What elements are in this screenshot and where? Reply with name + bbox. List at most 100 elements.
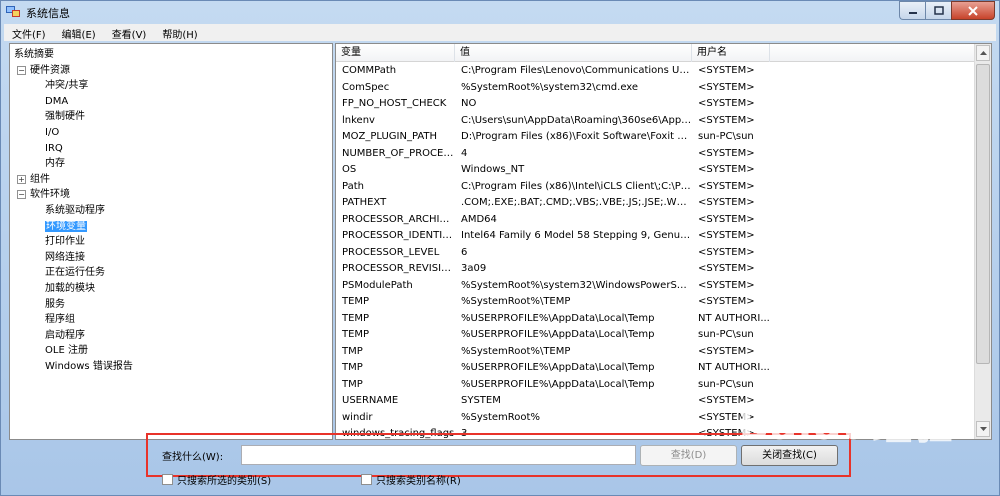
tree-item[interactable]: − 硬件资源 (17, 63, 70, 78)
table-row[interactable]: FP_NO_HOST_CHECK NO <SYSTEM> (336, 96, 976, 113)
details-list[interactable]: 变量 值 用户名 COMMPath C:\Program Files\Lenovo… (335, 43, 992, 440)
menu-edit[interactable]: 编辑(E) (54, 24, 104, 41)
tree-item-label: 启动程序 (45, 329, 85, 341)
table-row[interactable]: ComSpec %SystemRoot%\system32\cmd.exe <SYS… (336, 80, 976, 97)
tree-item[interactable]: OLE 注册 (45, 343, 88, 358)
tree-item-label: 软件环境 (30, 189, 70, 201)
tree-item[interactable]: 正在运行任务 (45, 265, 105, 280)
table-row[interactable]: PATHEXT .COM;.EXE;.BAT;.CMD;.VBS;.VBE;.JS… (336, 195, 976, 212)
user-cell: <SYSTEM> (698, 230, 755, 241)
scroll-down-button[interactable] (976, 421, 990, 437)
expand-icon[interactable]: + (17, 174, 26, 184)
find-what-input[interactable] (241, 445, 636, 465)
table-row[interactable]: TEMP %USERPROFILE%\AppData\Local\Temp NT A… (336, 311, 976, 328)
variable-cell: PSModulePath (342, 279, 413, 291)
tree-item[interactable]: 系统摘要 (14, 47, 54, 62)
table-row[interactable]: TMP %USERPROFILE%\AppData\Local\Temp NT AU… (336, 360, 976, 377)
variable-cell: FP_NO_HOST_CHECK (342, 98, 447, 109)
value-cell: 3a09 (461, 263, 487, 274)
table-row[interactable]: lnkenv C:\Users\sun\AppData\Roaming\360se… (336, 113, 976, 130)
user-cell: sun-PC\sun (698, 329, 754, 340)
variable-cell: TMP (342, 362, 363, 373)
tree-item[interactable]: 程序组 (45, 312, 75, 327)
scroll-up-button[interactable] (976, 45, 990, 61)
tree-item[interactable]: 加载的模块 (45, 281, 95, 296)
column-header-value[interactable]: 值 (455, 44, 692, 62)
menu-view[interactable]: 查看(V) (104, 24, 155, 41)
tree-item[interactable]: 启动程序 (45, 328, 85, 343)
table-row[interactable]: TEMP %SystemRoot%\TEMP <SYSTEM> (336, 294, 976, 311)
tree-item[interactable]: 系统驱动程序 (45, 203, 105, 218)
tree-item[interactable]: Windows 错误报告 (45, 359, 133, 374)
table-row[interactable]: NUMBER_OF_PROCES... 4 <SYSTEM> (336, 146, 976, 163)
collapse-icon[interactable]: − (17, 190, 26, 200)
table-row[interactable]: Path C:\Program Files (x86)\Intel\iCLS Cl… (336, 179, 976, 196)
variable-cell: windir (342, 411, 373, 423)
tree-item[interactable]: 内存 (45, 156, 65, 171)
table-row[interactable]: MOZ_PLUGIN_PATH D:\Program Files (x86)\Fo… (336, 129, 976, 146)
menu-help[interactable]: 帮助(H) (154, 24, 205, 41)
table-row[interactable]: PROCESSOR_REVISION 3a09 <SYSTEM> (336, 261, 976, 278)
search-names-label: 只搜索类别名称(R) (376, 476, 461, 487)
value-cell: %SystemRoot%\TEMP (461, 345, 571, 357)
tree-item[interactable]: 强制硬件 (45, 109, 85, 124)
tree-item[interactable]: 打印作业 (45, 234, 85, 249)
table-row[interactable]: OS Windows_NT <SYSTEM> (336, 162, 976, 179)
tree-item[interactable]: + 组件 (17, 172, 50, 187)
tree-item[interactable]: IRQ (45, 141, 63, 156)
category-tree[interactable]: 系统摘要 − 硬件资源 冲突/共享 DMA 强制硬件 I/O IRQ 内存 + 组件 − 软件环境 系统驱… (9, 43, 333, 440)
table-row[interactable]: PROCESSOR_IDENTIFI... Intel64 Family 6 Mo… (336, 228, 976, 245)
tree-item[interactable]: 环境变量 (45, 219, 87, 234)
variable-cell: TEMP (342, 312, 370, 324)
value-cell: %USERPROFILE%\AppData\Local\Temp (461, 362, 655, 373)
tree-item[interactable]: I/O (45, 125, 59, 140)
tree-item[interactable]: 冲突/共享 (45, 78, 88, 93)
search-selected-category-option[interactable]: 只搜索所选的类别(S) (162, 472, 271, 487)
variable-cell: NUMBER_OF_PROCES... (342, 147, 455, 159)
search-selected-checkbox[interactable] (162, 474, 173, 485)
value-cell: Intel64 Family 6 Model 58 Stepping 9, Ge… (461, 230, 692, 241)
collapse-icon[interactable]: − (17, 65, 26, 75)
table-row[interactable]: PROCESSOR_LEVEL 6 <SYSTEM> (336, 245, 976, 262)
table-row[interactable]: COMMPath C:\Program Files\Lenovo\Communic… (336, 63, 976, 80)
table-row[interactable]: TMP %SystemRoot%\TEMP <SYSTEM> (336, 344, 976, 361)
tree-item-label: DMA (45, 95, 69, 107)
variable-cell: PROCESSOR_LEVEL (342, 246, 440, 258)
search-category-names-option[interactable]: 只搜索类别名称(R) (361, 472, 461, 487)
scrollbar-thumb[interactable] (976, 64, 990, 364)
value-cell: 4 (461, 147, 468, 159)
tree-item-label: 服务 (45, 298, 65, 310)
find-button[interactable]: 查找(D) (640, 445, 737, 466)
table-row[interactable]: TMP %USERPROFILE%\AppData\Local\Temp sun-P… (336, 377, 976, 394)
tree-item-label: 硬件资源 (30, 64, 70, 76)
tree-item[interactable]: DMA (45, 94, 68, 109)
scroll-down-icon (979, 427, 987, 431)
value-cell: %SystemRoot%\system32\WindowsPowerShell\… (461, 279, 692, 291)
column-header-variable[interactable]: 变量 (336, 44, 455, 62)
tree-item-label: 环境变量 (45, 220, 87, 232)
vertical-scrollbar[interactable] (974, 44, 991, 439)
title-bar[interactable]: 系统信息 (1, 1, 1000, 23)
tree-item[interactable]: 服务 (45, 297, 65, 312)
variable-cell: TEMP (342, 329, 370, 340)
maximize-button[interactable] (925, 1, 951, 20)
minimize-button[interactable] (899, 1, 925, 20)
tree-item-label: 程序组 (45, 314, 75, 326)
table-row[interactable]: PSModulePath %SystemRoot%\system32\Window… (336, 278, 976, 295)
close-button[interactable] (951, 1, 995, 20)
menu-file[interactable]: 文件(F) (4, 24, 54, 41)
user-cell: <SYSTEM> (698, 345, 755, 357)
list-rows: COMMPath C:\Program Files\Lenovo\Communic… (336, 63, 976, 439)
tree-item-label: 打印作业 (45, 236, 85, 248)
column-header-user[interactable]: 用户名 (692, 44, 770, 62)
scroll-up-icon (979, 51, 987, 55)
table-row[interactable]: TEMP %USERPROFILE%\AppData\Local\Temp sun-… (336, 327, 976, 344)
value-cell: C:\Users\sun\AppData\Roaming\360se6\Appl… (461, 114, 692, 126)
value-cell: %SystemRoot%\TEMP (461, 296, 571, 307)
tree-item-label: OLE 注册 (45, 345, 88, 357)
search-names-checkbox[interactable] (361, 474, 372, 485)
tree-item[interactable]: − 软件环境 (17, 187, 70, 202)
tree-item[interactable]: 网络连接 (45, 250, 85, 265)
system-information-window: 系统信息 文件(F) 编辑(E) 查看(V) 帮助(H) 系统摘要 − 硬件资源 冲突… (0, 0, 1000, 496)
table-row[interactable]: PROCESSOR_ARCHITE... AMD64 <SYSTEM> (336, 212, 976, 229)
